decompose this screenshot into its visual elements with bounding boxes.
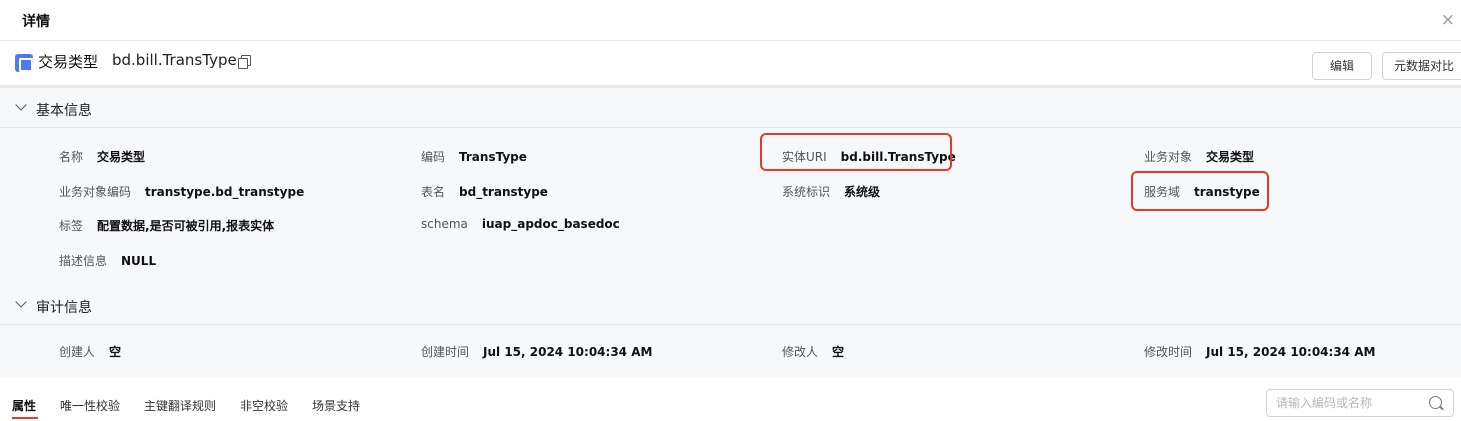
field-tags: 标签 配置数据,是否可被引用,报表实体 (59, 219, 275, 233)
field-business-object-code: 业务对象编码 transtype.bd_transtype (59, 185, 305, 199)
chevron-down-icon[interactable] (15, 296, 27, 308)
tab-pk-translation-rules[interactable]: 主键翻译规则 (144, 397, 216, 414)
tab-scenario-support[interactable]: 场景支持 (312, 397, 360, 414)
field-table-name: 表名 bd_transtype (421, 185, 548, 199)
tab-bar: 属性 唯一性校验 主键翻译规则 非空校验 场景支持 (0, 377, 1461, 421)
highlight-box-service-domain (1131, 171, 1269, 211)
entity-type-icon (15, 54, 33, 72)
highlight-box-entity-uri (760, 133, 952, 171)
edit-button[interactable]: 编辑 (1312, 52, 1372, 80)
dialog-header: 详情 × (0, 0, 1461, 41)
object-header: 交易类型 bd.bill.TransType (0, 41, 1461, 88)
tab-uniqueness-check[interactable]: 唯一性校验 (60, 397, 120, 414)
section-audit-info-header[interactable]: 审计信息 (0, 285, 1461, 325)
field-created-at: 创建时间 Jul 15, 2024 10:04:34 AM (421, 345, 653, 359)
section-audit-info-title: 审计信息 (36, 300, 92, 316)
copy-icon[interactable] (238, 55, 251, 69)
field-modified-at: 修改时间 Jul 15, 2024 10:04:34 AM (1144, 345, 1376, 359)
active-tab-indicator (12, 417, 38, 419)
field-creator: 创建人空 (59, 345, 122, 359)
field-description: 描述信息 NULL (59, 254, 157, 268)
field-business-object: 业务对象 交易类型 (1144, 150, 1255, 164)
search-icon[interactable] (1429, 396, 1442, 409)
tab-attributes[interactable]: 属性 (12, 397, 36, 414)
detail-content: 基本信息 名称 交易类型 编码 TransType 实体URI bd.bill.Tra… (0, 88, 1461, 377)
field-system-flag: 系统标识 系统级 (782, 185, 881, 199)
field-modifier: 修改人空 (782, 345, 845, 359)
object-type-name: 交易类型 (38, 53, 99, 71)
section-basic-info-header[interactable]: 基本信息 (0, 88, 1461, 128)
section-basic-info-title: 基本信息 (36, 103, 92, 119)
field-schema: schema iuap_apdoc_basedoc (421, 217, 620, 231)
close-icon[interactable]: × (1441, 10, 1455, 30)
dialog-title: 详情 (22, 14, 50, 30)
field-code: 编码 TransType (421, 150, 527, 164)
field-name: 名称 交易类型 (59, 150, 146, 164)
tab-not-null-check[interactable]: 非空校验 (240, 397, 288, 414)
metadata-compare-button[interactable]: 元数据对比 (1382, 52, 1461, 80)
chevron-down-icon[interactable] (15, 99, 27, 111)
search-input[interactable] (1266, 389, 1454, 417)
object-uri: bd.bill.TransType (112, 51, 237, 69)
